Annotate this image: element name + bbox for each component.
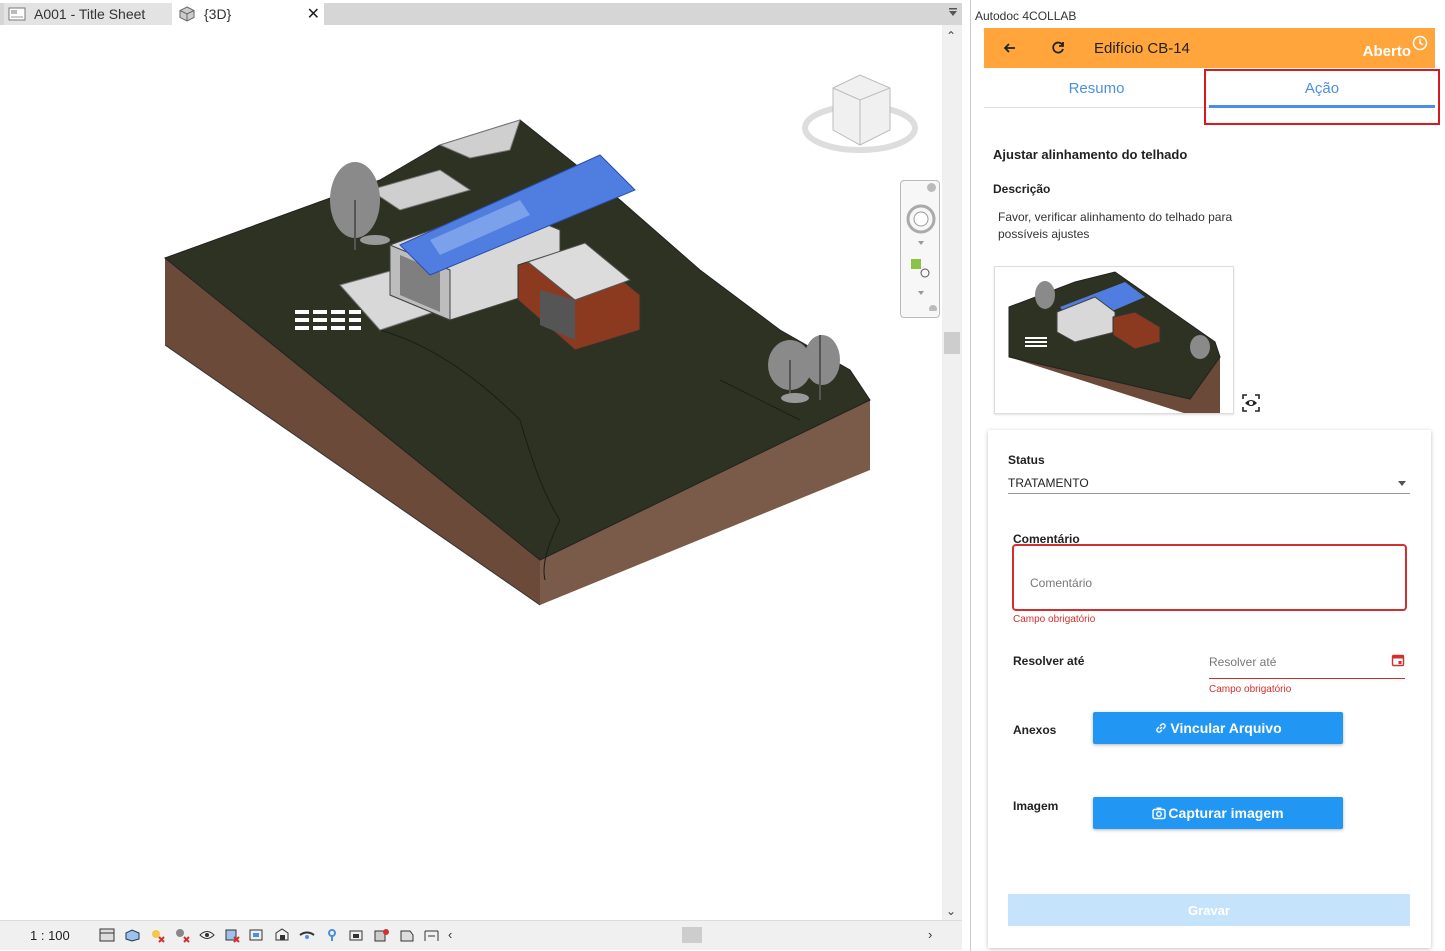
link-file-button[interactable]: Vincular Arquivo <box>1093 712 1343 744</box>
lock-view-icon[interactable] <box>271 926 292 944</box>
resolve-by-placeholder: Resolver até <box>1209 655 1277 669</box>
navigation-wheel-icon <box>906 204 937 313</box>
clock-icon[interactable] <box>1412 35 1428 51</box>
site-model-render <box>163 74 918 606</box>
view-tab-bar: A001 - Title Sheet {3D} ✕ <box>0 3 962 25</box>
close-tab-icon[interactable]: ✕ <box>307 4 320 24</box>
issue-status-badge: Aberto <box>1362 43 1411 60</box>
capture-image-label: Capturar imagem <box>1168 805 1284 821</box>
reveal-hidden-icon[interactable] <box>321 926 342 944</box>
view-control-bar: 1 : 100 ‹ › <box>0 920 962 950</box>
tab-label: Resumo <box>1068 79 1125 97</box>
highlight-annotation-box <box>1204 69 1440 125</box>
show-crop-icon[interactable] <box>246 926 267 944</box>
worksharing-icon[interactable] <box>346 926 367 944</box>
scroll-left-icon[interactable]: ‹ <box>448 927 452 942</box>
panel-header: Edifício CB-14 Aberto <box>984 28 1435 68</box>
render-icon[interactable] <box>196 926 217 944</box>
description-text: Favor, verificar alinhamento do telhado … <box>998 210 1233 241</box>
3d-model-viewport[interactable] <box>0 25 942 920</box>
link-file-label: Vincular Arquivo <box>1170 720 1282 736</box>
project-title: Edifício CB-14 <box>1094 40 1190 57</box>
tab-menu-icon[interactable] <box>948 7 958 20</box>
dropdown-caret-icon <box>1398 481 1406 486</box>
3d-view-icon <box>178 6 196 22</box>
comment-error-text: Campo obrigatório <box>1013 614 1096 625</box>
status-label: Status <box>1008 453 1045 467</box>
tab-title-sheet[interactable]: A001 - Title Sheet <box>4 3 172 25</box>
scroll-up-icon[interactable]: ⌃ <box>946 29 956 43</box>
save-button[interactable]: Gravar <box>1008 894 1410 926</box>
scroll-thumb[interactable] <box>944 332 960 354</box>
vertical-scrollbar[interactable]: ⌃ ⌄ <box>942 25 962 920</box>
attachments-label: Anexos <box>1013 723 1057 737</box>
resolve-by-date-input[interactable]: Resolver até <box>1209 652 1405 679</box>
tab-label: {3D} <box>204 6 232 22</box>
tab-label: A001 - Title Sheet <box>34 6 146 22</box>
scroll-right-icon[interactable]: › <box>928 927 932 942</box>
back-arrow-icon[interactable] <box>1000 38 1020 58</box>
horizontal-scroll-thumb[interactable] <box>682 927 702 943</box>
refresh-icon[interactable] <box>1048 38 1068 58</box>
highlight-displacement-icon[interactable] <box>396 926 417 944</box>
model-thumbnail-image <box>1008 271 1221 413</box>
description-label: Descrição <box>993 182 1051 196</box>
tab-resumo[interactable]: Resumo <box>984 68 1209 108</box>
task-title: Ajustar alinhamento do telhado <box>993 147 1188 162</box>
temporary-hide-icon[interactable] <box>296 926 317 944</box>
action-form-card: Status TRATAMENTO Comentário Comentário … <box>988 430 1431 948</box>
view-controls <box>96 926 442 944</box>
view-scale[interactable]: 1 : 100 <box>30 928 70 943</box>
constraints-icon[interactable] <box>421 926 442 944</box>
resolve-by-label: Resolver até <box>1013 654 1085 668</box>
link-icon <box>1154 721 1168 735</box>
sun-path-icon[interactable] <box>146 926 167 944</box>
image-label: Imagem <box>1013 799 1059 813</box>
crop-view-icon[interactable] <box>221 926 242 944</box>
camera-icon <box>1152 806 1167 820</box>
status-selected-value: TRATAMENTO <box>1008 476 1089 490</box>
shadows-icon[interactable] <box>171 926 192 944</box>
sheet-icon <box>8 7 26 21</box>
comment-input[interactable]: Comentário <box>1012 544 1407 611</box>
detail-level-icon[interactable] <box>96 926 117 944</box>
comment-placeholder: Comentário <box>1030 576 1093 590</box>
view-viewpoint-icon[interactable] <box>1241 393 1261 413</box>
analytical-model-icon[interactable] <box>371 926 392 944</box>
visual-style-icon[interactable] <box>121 926 142 944</box>
navigation-bar[interactable] <box>900 180 940 318</box>
panel-title: Autodoc 4COLLAB <box>975 9 1077 23</box>
collab-panel: Autodoc 4COLLAB Edifício CB-14 Aberto Re… <box>970 0 1445 951</box>
calendar-icon[interactable] <box>1391 653 1405 667</box>
capture-image-button[interactable]: Capturar imagem <box>1093 797 1343 829</box>
viewpoint-thumbnail[interactable] <box>994 266 1234 414</box>
scroll-down-icon[interactable]: ⌄ <box>946 904 956 918</box>
status-select[interactable]: TRATAMENTO <box>1008 472 1410 494</box>
tab-3d-view[interactable]: {3D} ✕ <box>172 3 324 25</box>
resolve-by-error-text: Campo obrigatório <box>1209 684 1292 695</box>
close-icon[interactable] <box>927 183 936 192</box>
revit-view-area: A001 - Title Sheet {3D} ✕ ⌃ ⌄ 1: 100 ‹ … <box>0 0 964 951</box>
